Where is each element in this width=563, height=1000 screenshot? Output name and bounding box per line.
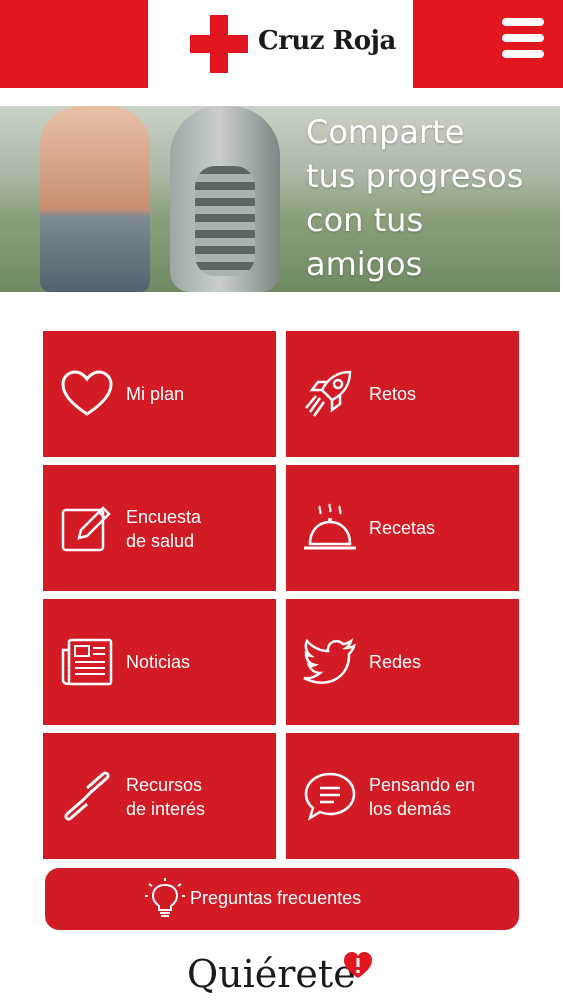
banner-text: Comparte tus progresos con tus amigos — [306, 110, 556, 286]
tile-pensando-en-los-demas[interactable]: Pensando en los demás — [286, 733, 519, 859]
tile-label: Mi plan — [126, 384, 185, 404]
edit-icon — [61, 506, 111, 552]
app-header: Cruz Roja — [0, 0, 563, 88]
header-left-band — [0, 0, 148, 88]
food-tray-icon — [304, 503, 356, 550]
banner-line: tus progresos — [306, 157, 524, 195]
tile-recetas[interactable]: Recetas — [286, 465, 519, 591]
cruz-roja-logo[interactable]: Cruz Roja — [148, 0, 413, 88]
red-cross-icon — [190, 15, 248, 73]
tile-label: Noticias — [126, 652, 191, 672]
link-icon — [64, 771, 110, 821]
lightbulb-icon — [145, 878, 185, 917]
tile-mi-plan[interactable]: Mi plan — [43, 331, 276, 457]
tile-redes[interactable]: Redes — [286, 599, 519, 725]
tile-noticias[interactable]: Noticias — [43, 599, 276, 725]
tile-label: Redes — [369, 652, 422, 672]
banner-line: con tus — [306, 201, 424, 239]
hamburger-menu-icon[interactable] — [498, 16, 548, 60]
banner-line: amigos — [306, 245, 423, 283]
tile-label: Pensando en los demás — [369, 773, 475, 821]
runner-leg-image — [40, 106, 150, 292]
tile-label-line: Pensando en — [369, 775, 476, 795]
tile-label: Recetas — [369, 518, 436, 538]
tile-recursos-de-interes[interactable]: Recursos de interés — [43, 733, 276, 859]
tile-retos[interactable]: Retos — [286, 331, 519, 457]
tile-label: Encuesta de salud — [126, 505, 201, 553]
heart-exclamation-icon — [344, 952, 372, 978]
tile-label-line: de salud — [126, 531, 195, 551]
tile-label-line: Encuesta — [126, 507, 202, 527]
twitter-bird-icon — [303, 637, 356, 684]
tile-label: Retos — [369, 384, 417, 404]
quierete-logo: Quiérete — [187, 952, 356, 996]
tile-label-line: de interés — [126, 799, 206, 819]
banner-line: Comparte — [306, 113, 465, 151]
heart-icon — [61, 370, 113, 416]
speech-bubble-icon — [304, 772, 356, 821]
running-shoe-image — [170, 106, 280, 292]
logo-text: Cruz Roja — [258, 26, 396, 56]
faq-label: Preguntas frecuentes — [190, 888, 362, 908]
tile-label: Recursos de interés — [126, 773, 205, 821]
rocket-icon — [305, 370, 352, 417]
tile-label-line: Recursos — [126, 775, 203, 795]
tile-label-line: los demás — [369, 799, 452, 819]
faq-button[interactable]: Preguntas frecuentes — [45, 868, 519, 930]
tile-encuesta-de-salud[interactable]: Encuesta de salud — [43, 465, 276, 591]
newspaper-icon — [61, 638, 113, 686]
promo-banner[interactable]: Comparte tus progresos con tus amigos — [0, 106, 560, 292]
